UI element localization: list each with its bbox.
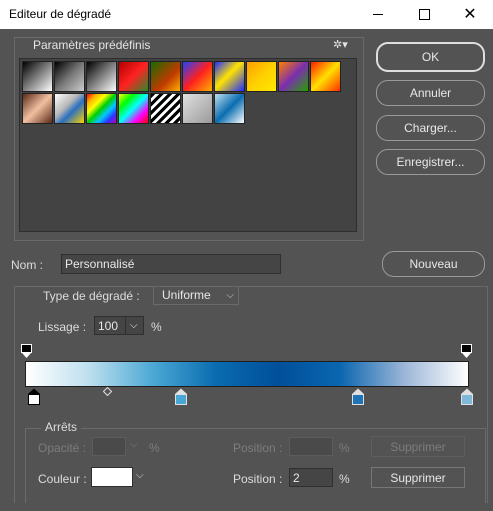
smoothness-unit: % bbox=[151, 320, 162, 334]
close-icon: ✕ bbox=[463, 5, 477, 23]
preset-swatch[interactable] bbox=[54, 93, 85, 124]
color-stop[interactable] bbox=[174, 388, 188, 406]
midpoint-marker[interactable] bbox=[103, 387, 112, 396]
preset-swatch[interactable] bbox=[86, 93, 117, 124]
maximize-icon bbox=[418, 9, 430, 20]
chevron-down-icon[interactable]: ⌵ bbox=[136, 470, 144, 481]
preset-swatch[interactable] bbox=[118, 61, 149, 92]
smoothness-label: Lissage : bbox=[38, 320, 87, 334]
gradient-type-label: Type de dégradé : bbox=[41, 289, 142, 303]
preset-swatch[interactable] bbox=[246, 61, 277, 92]
preset-swatch[interactable] bbox=[54, 61, 85, 92]
gradient-preview-bar[interactable] bbox=[25, 361, 469, 387]
preset-swatch[interactable] bbox=[118, 93, 149, 124]
color-position-input[interactable]: 2 bbox=[289, 468, 333, 487]
color-position-label: Position : bbox=[233, 472, 283, 486]
chevron-down-icon: ⌵ bbox=[226, 290, 234, 301]
preset-swatch[interactable] bbox=[214, 61, 245, 92]
chevron-down-icon: ⌵ bbox=[130, 320, 138, 331]
gradient-type-value: Uniforme bbox=[162, 288, 211, 302]
preset-swatches bbox=[22, 61, 341, 124]
opacity-position-input bbox=[289, 437, 333, 456]
gradient-type-select[interactable]: Uniforme ⌵ bbox=[153, 286, 239, 305]
close-button[interactable]: ✕ bbox=[447, 0, 493, 29]
title-bar: Editeur de dégradé ✕ bbox=[0, 0, 493, 29]
name-label: Nom : bbox=[11, 258, 44, 272]
preset-swatch[interactable] bbox=[182, 61, 213, 92]
preset-swatch[interactable] bbox=[86, 61, 117, 92]
name-input[interactable]: Personnalisé bbox=[61, 254, 281, 274]
preset-swatch[interactable] bbox=[22, 61, 53, 92]
color-label: Couleur : bbox=[38, 472, 87, 486]
presets-label: Paramètres prédéfinis bbox=[33, 38, 151, 52]
opacity-position-unit: % bbox=[339, 441, 350, 455]
cancel-button[interactable]: Annuler bbox=[376, 80, 485, 106]
chevron-down-icon: ⌵ bbox=[130, 439, 138, 450]
save-button[interactable]: Enregistrer... bbox=[376, 149, 485, 175]
color-stop[interactable] bbox=[351, 388, 365, 406]
preset-swatch[interactable] bbox=[214, 93, 245, 124]
minimize-button[interactable] bbox=[355, 0, 401, 29]
new-button[interactable]: Nouveau bbox=[382, 251, 485, 277]
presets-swatch-area bbox=[19, 58, 357, 232]
preset-swatch[interactable] bbox=[150, 61, 181, 92]
minimize-icon bbox=[373, 14, 383, 15]
maximize-button[interactable] bbox=[401, 0, 447, 29]
preset-swatch[interactable] bbox=[22, 93, 53, 124]
load-button[interactable]: Charger... bbox=[376, 115, 485, 141]
color-stop-selected[interactable] bbox=[27, 388, 41, 406]
preset-swatch[interactable] bbox=[310, 61, 341, 92]
smoothness-dropdown[interactable]: ⌵ bbox=[125, 316, 144, 335]
opacity-unit: % bbox=[149, 441, 160, 455]
smoothness-input[interactable]: 100 bbox=[94, 316, 125, 335]
delete-color-stop-button[interactable]: Supprimer bbox=[371, 467, 465, 488]
opacity-stop-right[interactable] bbox=[460, 343, 474, 361]
ok-button[interactable]: OK bbox=[376, 42, 485, 72]
gear-icon[interactable]: ✲▾ bbox=[333, 38, 348, 51]
preset-swatch[interactable] bbox=[150, 93, 181, 124]
preset-swatch[interactable] bbox=[278, 61, 309, 92]
stops-label: Arrêts bbox=[41, 420, 82, 434]
opacity-input bbox=[92, 437, 126, 456]
color-swatch[interactable] bbox=[91, 467, 133, 487]
color-stop[interactable] bbox=[460, 388, 474, 406]
opacity-stop-left[interactable] bbox=[20, 343, 34, 361]
color-position-unit: % bbox=[339, 472, 350, 486]
window-title: Editeur de dégradé bbox=[9, 7, 112, 21]
preset-swatch[interactable] bbox=[182, 93, 213, 124]
delete-opacity-stop-button: Supprimer bbox=[371, 436, 465, 457]
opacity-label: Opacité : bbox=[38, 441, 87, 455]
opacity-position-label: Position : bbox=[233, 441, 283, 455]
